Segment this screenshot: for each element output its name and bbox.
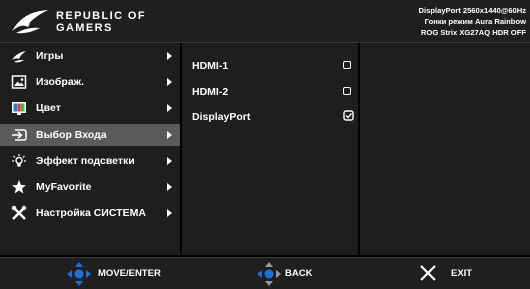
osd-footer: MOVE/ENTER BACK EXIT [0, 257, 530, 289]
move-enter-label: MOVE/ENTER [98, 268, 161, 279]
joystick-back-icon [257, 262, 281, 286]
arrow-right-icon [167, 104, 172, 112]
wrench-tools-icon [11, 205, 27, 220]
move-enter-button[interactable]: MOVE/ENTER [60, 258, 190, 289]
menu-item-myfavorite[interactable]: MyFavorite [0, 176, 180, 198]
status-mode: Гонки режим Aura Rainbow [424, 17, 526, 26]
status-info: DisplayPort 2560x1440@60Hz Гонки режим A… [419, 5, 526, 38]
unchecked-box-icon [343, 87, 351, 95]
back-button[interactable]: BACK [250, 258, 330, 289]
exit-button[interactable]: EXIT [415, 258, 485, 289]
unchecked-box-icon [343, 61, 351, 69]
menu-item-label: Настройка СИСТЕМА [36, 207, 146, 219]
arrow-right-icon [167, 209, 172, 217]
rog-eye-icon [12, 10, 48, 34]
input-select-submenu: HDMI-1 HDMI-2 DisplayPort [182, 43, 358, 255]
menu-item-system-setup[interactable]: Настройка СИСТЕМА [0, 202, 180, 224]
osd-window: REPUBLIC OF GAMERS DisplayPort 2560x1440… [0, 0, 530, 289]
brand-line-1: REPUBLIC OF [56, 10, 146, 22]
arrow-right-icon [167, 52, 172, 60]
color-palette-icon [12, 102, 26, 115]
image-icon [11, 75, 27, 89]
gaming-claw-icon [12, 51, 26, 63]
submenu-item-hdmi-2[interactable]: HDMI-2 [182, 81, 358, 103]
main-menu: Игры Изображ. Цвет Выбор Входа Эффект по… [0, 43, 180, 255]
menu-item-label: Игры [36, 50, 64, 62]
arrow-right-icon [167, 78, 172, 86]
checked-box-icon [343, 110, 354, 121]
submenu-item-label: HDMI-1 [192, 60, 229, 72]
menu-item-label: Цвет [36, 102, 61, 114]
menu-item-color[interactable]: Цвет [0, 97, 180, 119]
arrow-right-icon [167, 183, 172, 191]
close-icon [420, 265, 436, 281]
arrow-right-icon [167, 157, 172, 165]
arrow-right-icon [167, 131, 172, 139]
joystick-4way-icon [67, 262, 91, 286]
status-model: ROG Strix XG27AQ HDR OFF [420, 28, 526, 37]
light-bulb-icon [12, 154, 26, 167]
menu-item-label: Выбор Входа [36, 129, 107, 141]
osd-header: REPUBLIC OF GAMERS DisplayPort 2560x1440… [0, 0, 530, 43]
status-input-resolution: DisplayPort 2560x1440@60Hz [418, 6, 526, 15]
rog-logo: REPUBLIC OF GAMERS [10, 7, 150, 37]
brand-line-2: GAMERS [56, 22, 113, 34]
submenu-item-label: HDMI-2 [192, 86, 229, 98]
menu-item-label: Изображ. [36, 76, 85, 88]
detail-panel [360, 43, 530, 255]
input-select-icon [12, 129, 27, 141]
menu-item-input-select[interactable]: Выбор Входа [0, 124, 180, 146]
submenu-item-label: DisplayPort [192, 111, 251, 123]
menu-item-image[interactable]: Изображ. [0, 71, 180, 93]
menu-item-lighting-effect[interactable]: Эффект подсветки [0, 150, 180, 172]
star-icon [12, 180, 26, 194]
back-label: BACK [285, 268, 313, 279]
menu-item-gaming[interactable]: Игры [0, 45, 180, 67]
menu-item-label: Эффект подсветки [36, 155, 135, 167]
menu-item-label: MyFavorite [36, 181, 92, 193]
exit-label: EXIT [451, 268, 473, 279]
submenu-item-hdmi-1[interactable]: HDMI-1 [182, 55, 358, 77]
submenu-item-displayport[interactable]: DisplayPort [182, 106, 358, 128]
